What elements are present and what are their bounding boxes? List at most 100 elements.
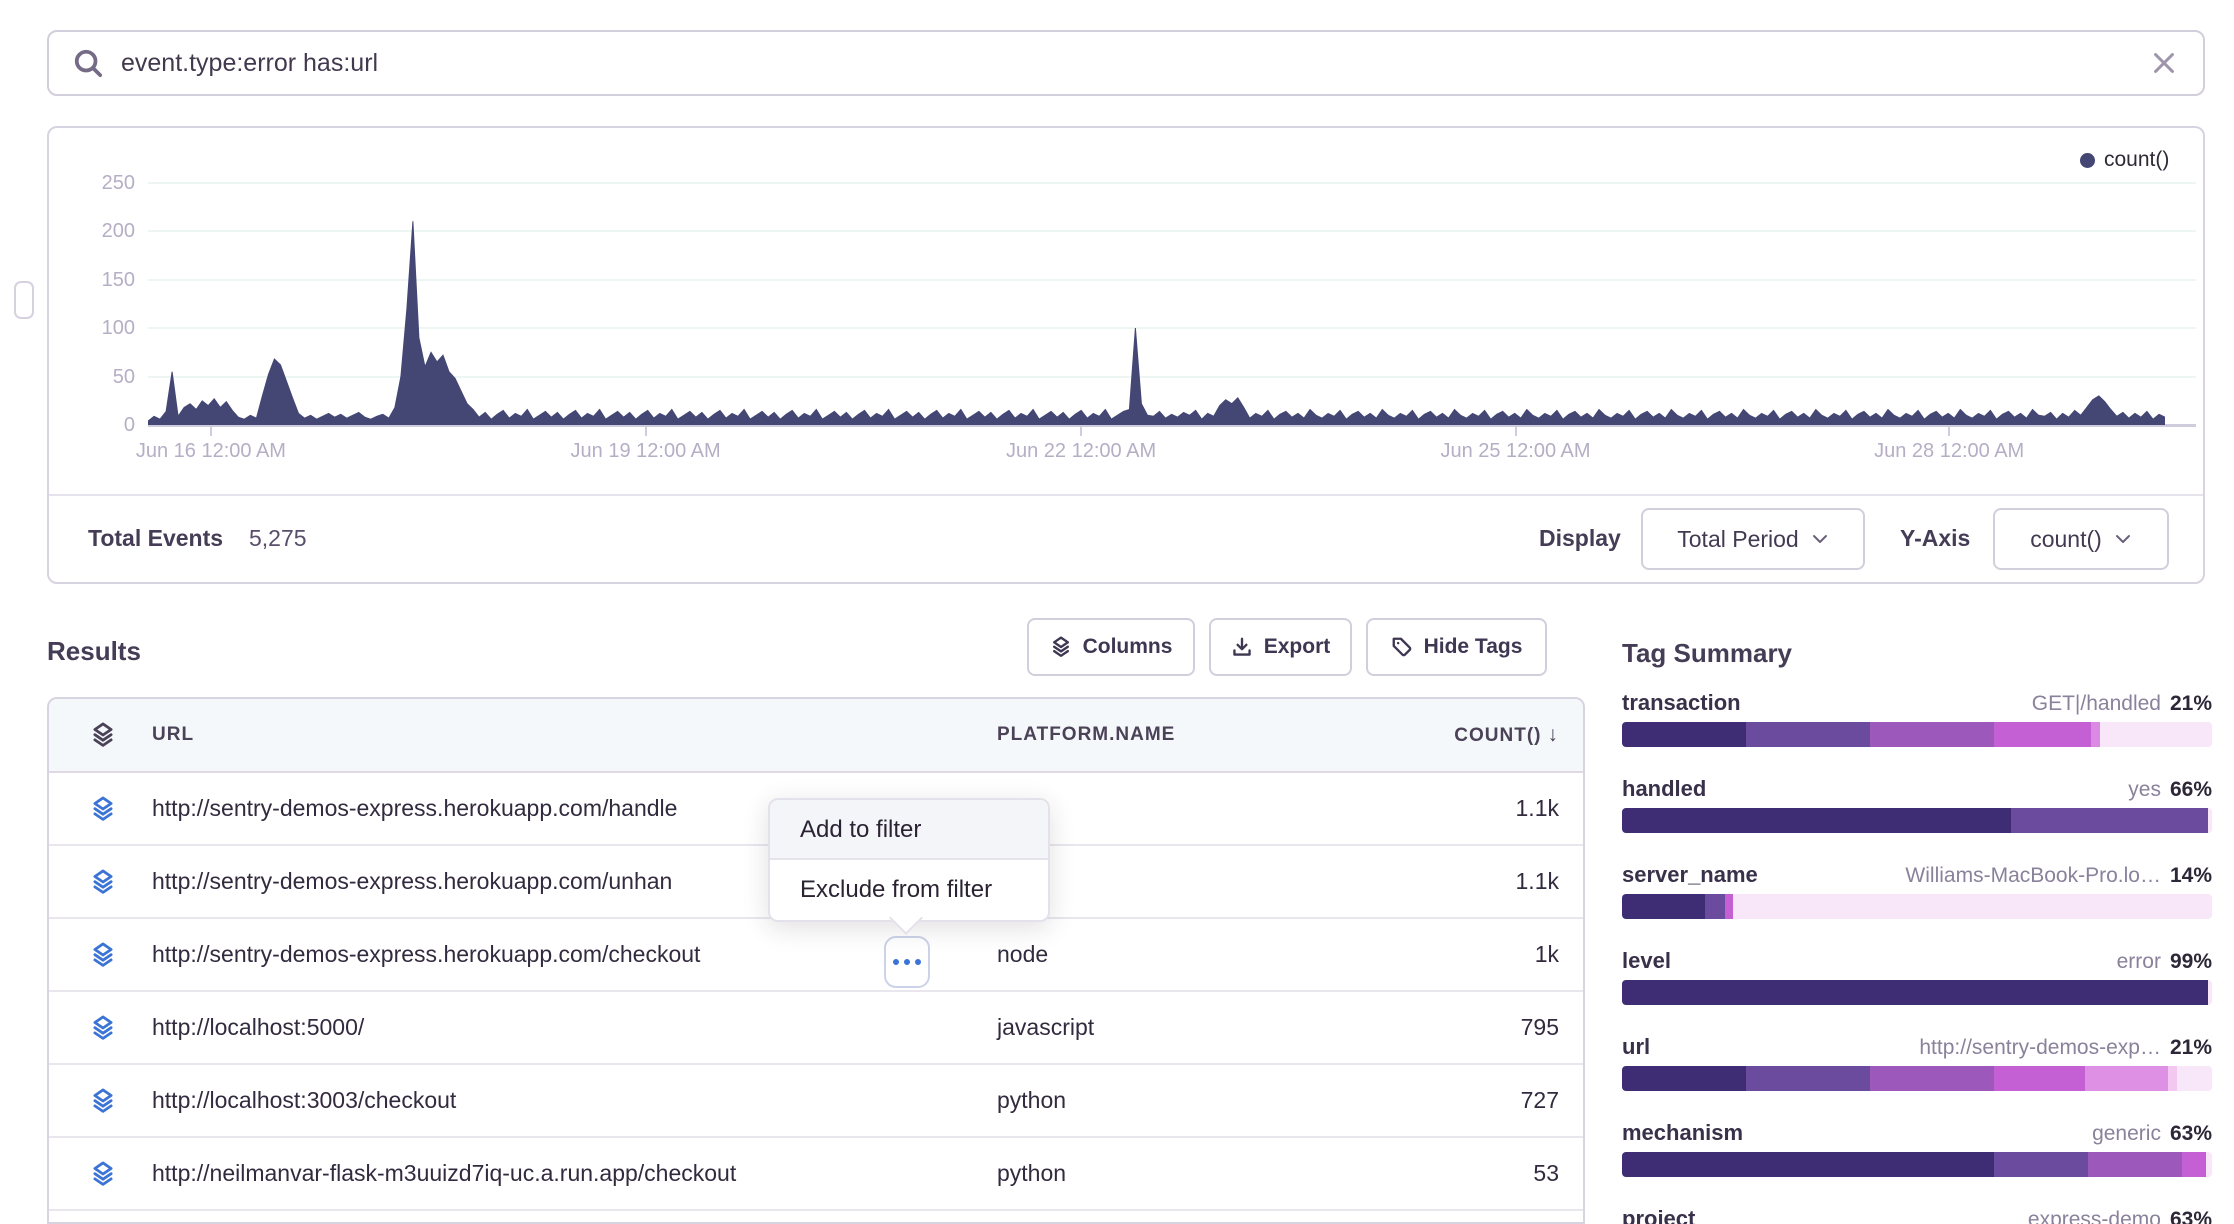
tag-bar-segment (2085, 1066, 2168, 1091)
tag-distribution-bar[interactable] (1622, 1152, 2212, 1177)
clear-search-icon[interactable] (2149, 48, 2179, 78)
tag-bar-segment (2091, 722, 2100, 747)
tag-bar-segment (1994, 1066, 2085, 1091)
search-input[interactable] (119, 48, 2149, 79)
row-icon-cell (49, 1015, 152, 1041)
tag-bar-segment (1870, 722, 1994, 747)
tag-percent: 14% (2170, 864, 2212, 887)
tag-percent: 63% (2170, 1122, 2212, 1145)
row-icon-cell (49, 1088, 152, 1114)
url-cell[interactable]: http://sentry-demos-express.herokuapp.co… (152, 941, 997, 968)
tag-distribution-bar[interactable] (1622, 722, 2212, 747)
tag-name: url (1622, 1034, 1650, 1060)
column-header-platform-name[interactable]: PLATFORM.NAME (997, 724, 1389, 746)
url-cell[interactable]: http://neilmanvar-flask-m3uuizd7iq-uc.a.… (152, 1160, 997, 1187)
chart-legend[interactable]: count() (2080, 148, 2169, 172)
count-cell[interactable]: 1.1k (1389, 795, 1583, 822)
stack-icon (1050, 636, 1072, 658)
hide-tags-button-label: Hide Tags (1424, 635, 1523, 659)
table-row: http://sentry-demos-express.herokuapp.co… (49, 919, 1583, 992)
column-header-url[interactable]: URL (152, 724, 997, 746)
x-axis-tick (1080, 427, 1082, 436)
tag-bar-segment (1705, 894, 1726, 919)
hide-tags-button[interactable]: Hide Tags (1366, 618, 1547, 676)
table-header-row: URL PLATFORM.NAME COUNT()↓ (49, 699, 1583, 773)
tag-value: yes (2128, 778, 2161, 801)
menu-item-add-to-filter[interactable]: Add to filter (770, 800, 1048, 860)
tag-distribution-bar[interactable] (1622, 808, 2212, 833)
tag-icon (1391, 636, 1413, 658)
tag-distribution-bar[interactable] (1622, 1066, 2212, 1091)
tag-bar-segment (2206, 1152, 2212, 1177)
display-dropdown-value: Total Period (1677, 526, 1798, 553)
tag-top-value: yes 66% (2128, 778, 2212, 802)
stack-icon (90, 1161, 116, 1187)
x-axis-tick-label: Jun 16 12:00 AM (81, 440, 341, 463)
count-cell[interactable]: 1.1k (1389, 868, 1583, 895)
table-row: http://neilmanvar-flask-m3uuizd7iq-uc.a.… (49, 1138, 1583, 1211)
tag-value: http://sentry-demos-exp… (1919, 1036, 2161, 1059)
tag-bar-segment (2182, 1152, 2206, 1177)
tag-value: express-demo (2028, 1208, 2161, 1224)
display-dropdown[interactable]: Total Period (1641, 508, 1865, 570)
tag-row-project: projectexpress-demo63% (1622, 1206, 2212, 1224)
tag-name: transaction (1622, 690, 1741, 716)
count-cell[interactable]: 727 (1389, 1087, 1583, 1114)
columns-button-label: Columns (1083, 635, 1173, 659)
export-button[interactable]: Export (1209, 618, 1352, 676)
count-series-area (148, 221, 2165, 425)
row-icon-cell (49, 869, 152, 895)
tag-percent: 21% (2170, 1036, 2212, 1059)
y-axis-tick-label: 150 (52, 266, 135, 294)
tag-name: handled (1622, 776, 1706, 802)
export-button-label: Export (1264, 635, 1331, 659)
platform-cell[interactable]: javascript (997, 1014, 1389, 1041)
column-header-count[interactable]: COUNT()↓ (1389, 723, 1583, 747)
tag-distribution-bar[interactable] (1622, 894, 2212, 919)
sort-desc-icon: ↓ (1548, 723, 1560, 746)
tag-bar-segment (2168, 1066, 2177, 1091)
tag-distribution-bar[interactable] (1622, 980, 2212, 1005)
row-actions-ellipsis-button[interactable] (884, 936, 930, 988)
event-count-area-chart (148, 173, 2165, 425)
tag-value: Williams-MacBook-Pro.lo… (1905, 864, 2161, 887)
search-icon (73, 48, 103, 78)
count-cell[interactable]: 53 (1389, 1160, 1583, 1187)
chevron-down-icon (2114, 533, 2132, 545)
chevron-down-icon (1811, 533, 1829, 545)
platform-cell[interactable]: node (997, 941, 1389, 968)
tag-bar-segment (2208, 980, 2212, 1005)
chart-footer-divider (49, 494, 2203, 496)
count-cell[interactable]: 795 (1389, 1014, 1583, 1041)
columns-button[interactable]: Columns (1027, 618, 1195, 676)
tag-bar-segment (2208, 808, 2212, 833)
tag-bar-segment (1622, 1066, 1746, 1091)
platform-cell[interactable]: python (997, 1087, 1389, 1114)
tag-bar-segment (2011, 808, 2207, 833)
stack-icon (90, 1015, 116, 1041)
results-heading: Results (47, 636, 141, 667)
tag-percent: 66% (2170, 778, 2212, 801)
tag-summary-heading: Tag Summary (1622, 638, 1792, 669)
tag-name: mechanism (1622, 1120, 1743, 1146)
x-axis-tick (645, 427, 647, 436)
url-cell[interactable]: http://localhost:3003/checkout (152, 1087, 997, 1114)
tag-top-value: Williams-MacBook-Pro.lo… 14% (1905, 864, 2212, 888)
tag-bar-segment (1746, 722, 1870, 747)
row-icon-cell (49, 1161, 152, 1187)
url-cell[interactable]: http://localhost:5000/ (152, 1014, 997, 1041)
y-axis-dropdown-value: count() (2030, 526, 2102, 553)
tag-bar-segment (1622, 980, 2208, 1005)
stack-icon (90, 942, 116, 968)
x-axis-tick (210, 427, 212, 436)
sidebar-resize-handle[interactable] (14, 281, 34, 319)
y-axis-tick-label: 0 (52, 411, 135, 439)
legend-series-dot (2080, 153, 2095, 168)
total-events-value: 5,275 (249, 525, 307, 552)
platform-cell[interactable]: python (997, 1160, 1389, 1187)
stack-icon (90, 1088, 116, 1114)
tag-bar-segment (1725, 894, 1733, 919)
y-axis-dropdown[interactable]: count() (1993, 508, 2169, 570)
tag-bar-segment (1994, 1152, 2088, 1177)
count-cell[interactable]: 1k (1389, 941, 1583, 968)
